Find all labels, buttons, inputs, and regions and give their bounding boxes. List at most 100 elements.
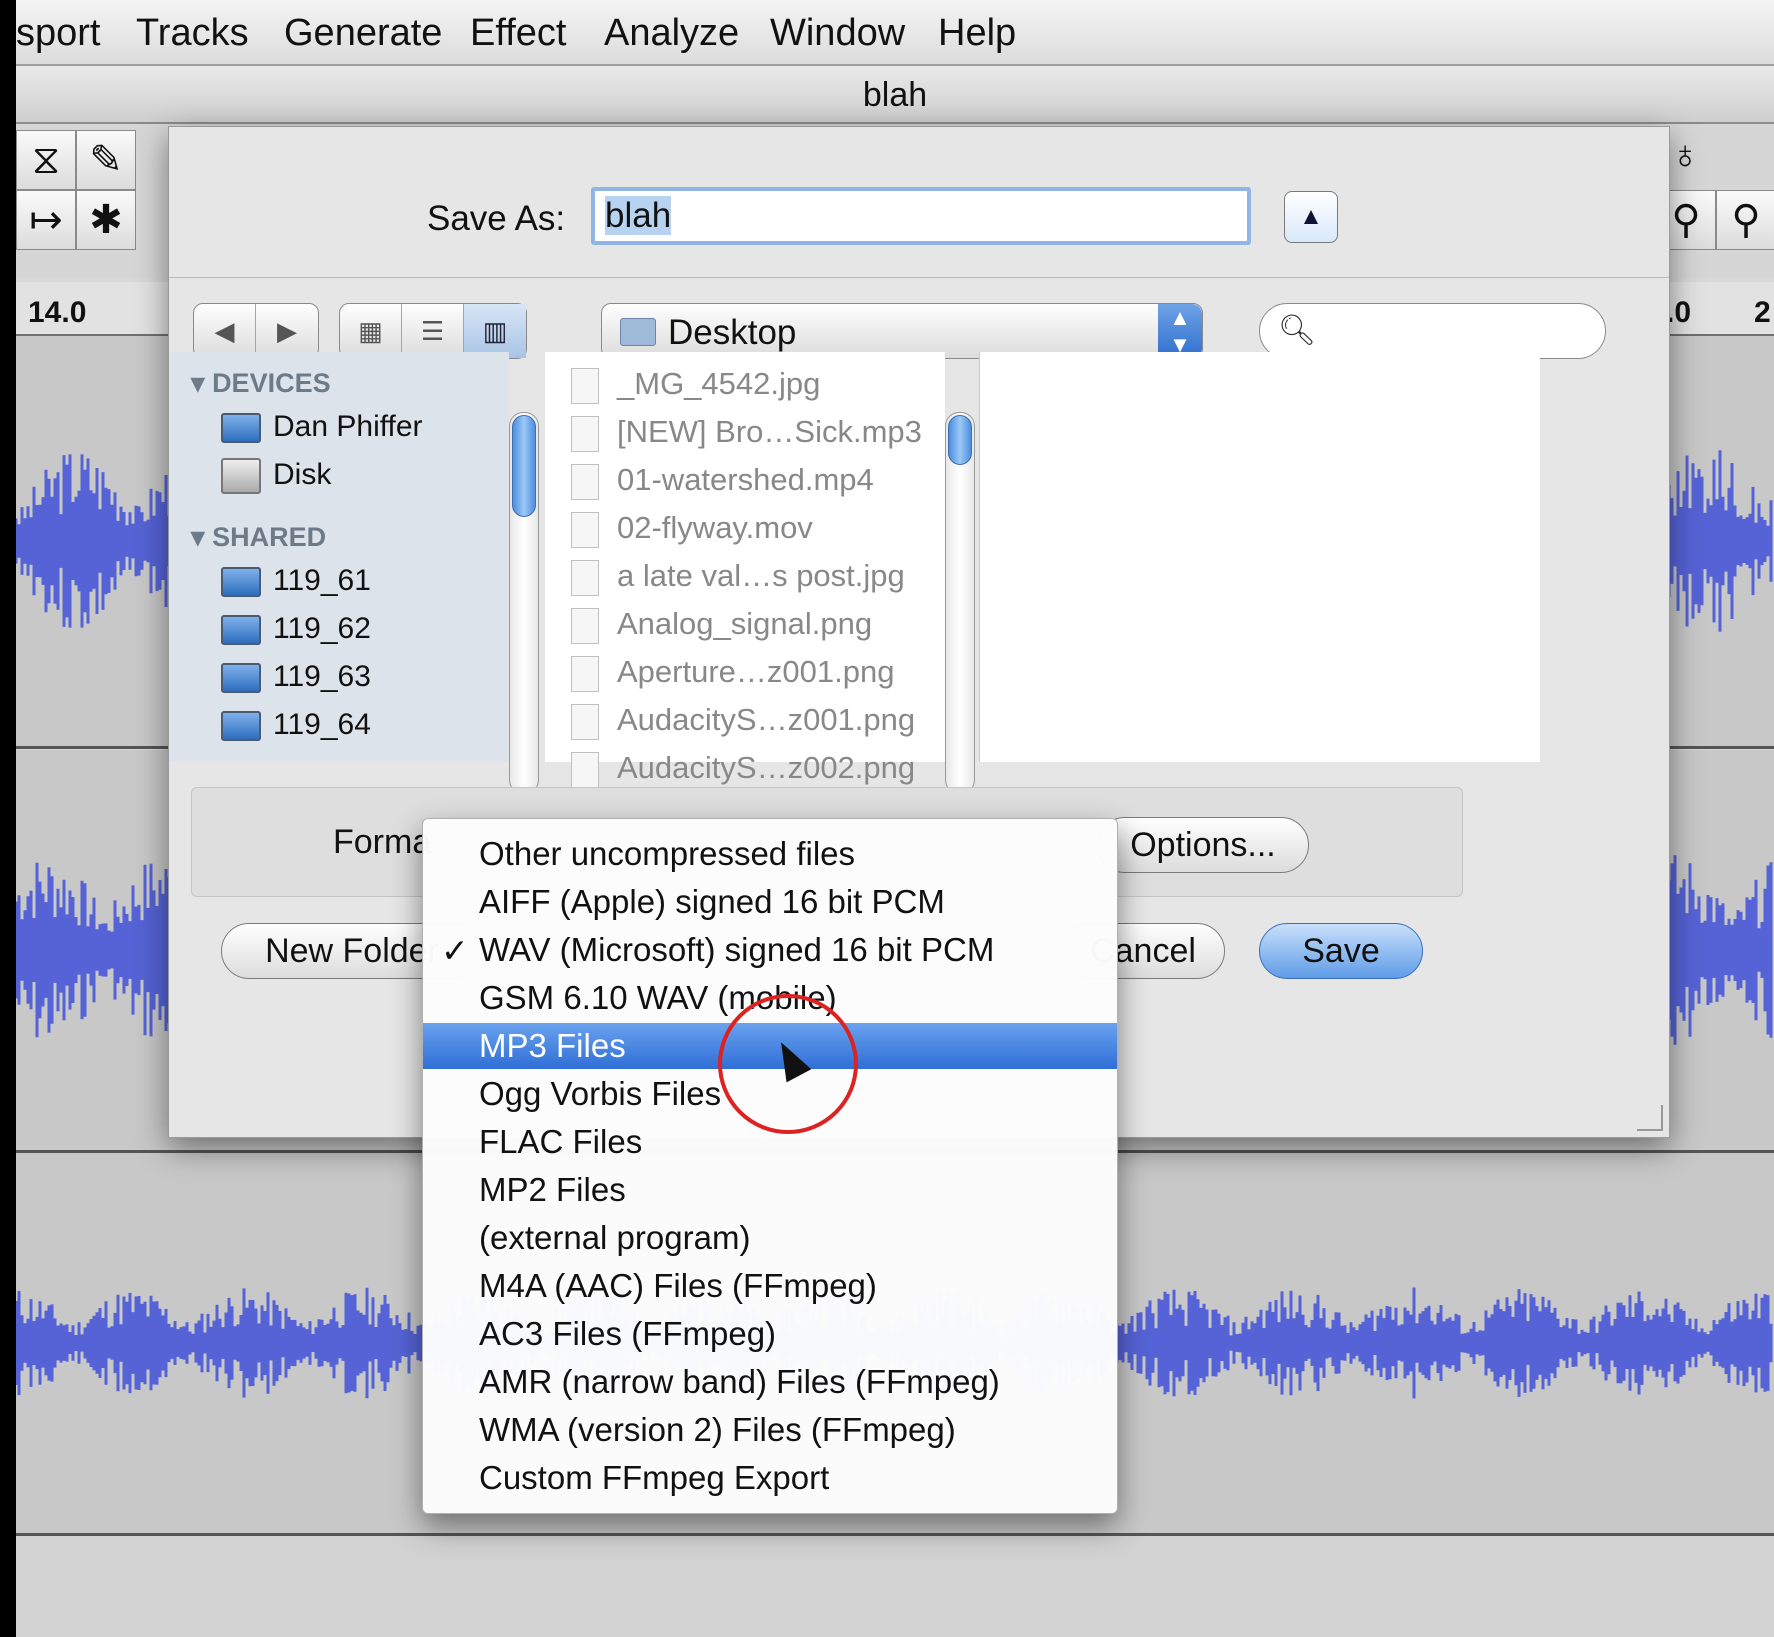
pencil-tool-icon[interactable]: ✎ xyxy=(76,130,136,190)
format-option-label: FLAC Files xyxy=(479,1123,643,1160)
collapse-dialog-button[interactable]: ▲ xyxy=(1284,191,1338,243)
format-option[interactable]: (external program) xyxy=(423,1215,1117,1261)
sidebar-item-dan-phiffer[interactable]: Dan Phiffer xyxy=(221,410,423,444)
search-field[interactable]: 🔍︎ xyxy=(1259,303,1606,359)
file-item[interactable]: _MG_4542.jpg xyxy=(571,366,821,404)
screen: sport Tracks Generate Effect Analyze Win… xyxy=(16,0,1774,1637)
format-option[interactable]: M4A (AAC) Files (FFmpeg) xyxy=(423,1263,1117,1309)
forward-arrow-icon[interactable]: ▶ xyxy=(256,304,318,358)
format-option-label: Other uncompressed files xyxy=(479,835,856,872)
file-column-scrollbar[interactable] xyxy=(945,412,975,794)
sidebar-item-label: Disk xyxy=(273,458,332,491)
back-arrow-icon[interactable]: ◀ xyxy=(194,304,256,358)
file-icon xyxy=(571,752,599,788)
sidebar-item-label: 119_61 xyxy=(273,564,371,597)
sidebar-header-shared[interactable]: ▾ SHARED xyxy=(191,522,326,553)
format-option-label: MP2 Files xyxy=(479,1171,626,1208)
resize-handle-icon[interactable] xyxy=(1637,1105,1663,1131)
file-icon xyxy=(571,704,599,740)
format-option[interactable]: WMA (version 2) Files (FFmpeg) xyxy=(423,1407,1117,1453)
file-item[interactable]: AudacityS…z001.png xyxy=(571,702,915,740)
sidebar: ▾ DEVICES Dan Phiffer Disk ▾ SHARED 119_… xyxy=(169,352,509,762)
column-view-icon[interactable]: ▥ xyxy=(464,304,526,358)
file-column: _MG_4542.jpg [NEW] Bro…Sick.mp3 01-water… xyxy=(545,352,945,788)
sidebar-item-119-61[interactable]: 119_61 xyxy=(221,564,371,598)
window-titlebar[interactable]: blah xyxy=(16,66,1774,124)
format-label: Forma xyxy=(333,823,432,861)
zoom-out-icon[interactable]: ⚲ xyxy=(1716,190,1774,250)
sidebar-header-label: SHARED xyxy=(212,522,327,552)
sidebar-header-devices[interactable]: ▾ DEVICES xyxy=(191,368,331,399)
file-item[interactable]: AudacityS…z002.png xyxy=(571,750,916,788)
sidebar-header-label: DEVICES xyxy=(212,368,331,398)
format-option-label: Ogg Vorbis Files xyxy=(479,1075,722,1112)
back-forward-control: ◀ ▶ xyxy=(193,303,319,359)
timeshift-tool-icon[interactable]: ↦ xyxy=(16,190,76,250)
file-item[interactable]: Aperture…z001.png xyxy=(571,654,894,692)
format-option-label: M4A (AAC) Files (FFmpeg) xyxy=(479,1267,877,1304)
save-as-input[interactable]: blah xyxy=(591,187,1251,245)
options-button[interactable]: Options... xyxy=(1097,817,1309,873)
folder-icon xyxy=(620,318,656,346)
menu-generate[interactable]: Generate xyxy=(284,12,442,55)
sidebar-item-disk[interactable]: Disk xyxy=(221,458,332,495)
menu-effect[interactable]: Effect xyxy=(470,12,566,55)
file-icon xyxy=(571,368,599,404)
file-name: a late val…s post.jpg xyxy=(617,558,905,593)
file-item[interactable]: 02-flyway.mov xyxy=(571,510,813,548)
format-option[interactable]: Custom FFmpeg Export xyxy=(423,1455,1117,1501)
music-file-icon xyxy=(571,416,599,452)
multi-tool-icon[interactable]: ✱ xyxy=(76,190,136,250)
sidebar-item-label: 119_64 xyxy=(273,708,371,741)
sidebar-item-119-64[interactable]: 119_64 xyxy=(221,708,371,742)
file-item[interactable]: [NEW] Bro…Sick.mp3 xyxy=(571,414,922,452)
sidebar-item-119-63[interactable]: 119_63 xyxy=(221,660,371,694)
format-option[interactable]: Other uncompressed files xyxy=(423,831,1117,877)
checkmark-icon: ✓ xyxy=(441,932,469,969)
location-popup[interactable]: Desktop ▲ ▼ xyxy=(601,303,1203,359)
menu-help[interactable]: Help xyxy=(938,12,1016,55)
sidebar-item-label: 119_62 xyxy=(273,612,371,645)
ruler-tick-label: 14.0 xyxy=(28,296,87,329)
menu-analyze[interactable]: Analyze xyxy=(604,12,739,55)
laptop-icon xyxy=(221,413,261,444)
save-button[interactable]: Save xyxy=(1259,923,1423,979)
icon-view-icon[interactable]: ▦ xyxy=(340,304,402,358)
format-option[interactable]: AIFF (Apple) signed 16 bit PCM xyxy=(423,879,1117,925)
format-option-label: Custom FFmpeg Export xyxy=(479,1459,830,1496)
format-dropdown-menu: Other uncompressed files AIFF (Apple) si… xyxy=(422,818,1118,1514)
search-icon: 🔍︎ xyxy=(1278,314,1317,347)
file-item[interactable]: Analog_signal.png xyxy=(571,606,872,644)
format-option-label: WMA (version 2) Files (FFmpeg) xyxy=(479,1411,956,1448)
file-icon xyxy=(571,464,599,500)
scrollbar-thumb[interactable] xyxy=(512,415,536,517)
file-icon xyxy=(571,512,599,548)
file-item[interactable]: 01-watershed.mp4 xyxy=(571,462,874,500)
menu-transport[interactable]: sport xyxy=(16,12,100,55)
format-option-label: MP3 Files xyxy=(479,1027,626,1064)
file-name: AudacityS…z002.png xyxy=(617,750,916,785)
menu-window[interactable]: Window xyxy=(770,12,905,55)
scrollbar-thumb[interactable] xyxy=(948,415,972,465)
computer-icon xyxy=(221,711,261,742)
sidebar-scrollbar[interactable] xyxy=(509,412,539,794)
view-mode-control: ▦ ☰ ▥ xyxy=(339,303,527,359)
menu-bar: sport Tracks Generate Effect Analyze Win… xyxy=(16,0,1774,66)
disk-icon xyxy=(221,458,261,495)
format-option-label: AMR (narrow band) Files (FFmpeg) xyxy=(479,1363,1000,1400)
format-option[interactable]: ✓ WAV (Microsoft) signed 16 bit PCM xyxy=(423,927,1117,973)
format-option[interactable]: MP2 Files xyxy=(423,1167,1117,1213)
menu-tracks[interactable]: Tracks xyxy=(136,12,249,55)
file-name: [NEW] Bro…Sick.mp3 xyxy=(617,414,922,449)
sidebar-item-119-62[interactable]: 119_62 xyxy=(221,612,371,646)
location-popup-label: Desktop xyxy=(668,313,797,352)
list-view-icon[interactable]: ☰ xyxy=(402,304,464,358)
format-option[interactable]: AC3 Files (FFmpeg) xyxy=(423,1311,1117,1357)
computer-icon xyxy=(221,567,261,598)
sidebar-item-label: 119_63 xyxy=(273,660,371,693)
format-option[interactable]: AMR (narrow band) Files (FFmpeg) xyxy=(423,1359,1117,1405)
computer-icon xyxy=(221,615,261,646)
file-item[interactable]: a late val…s post.jpg xyxy=(571,558,905,596)
file-name: _MG_4542.jpg xyxy=(617,366,821,401)
envelope-tool-icon[interactable]: ⧖ xyxy=(16,130,76,190)
